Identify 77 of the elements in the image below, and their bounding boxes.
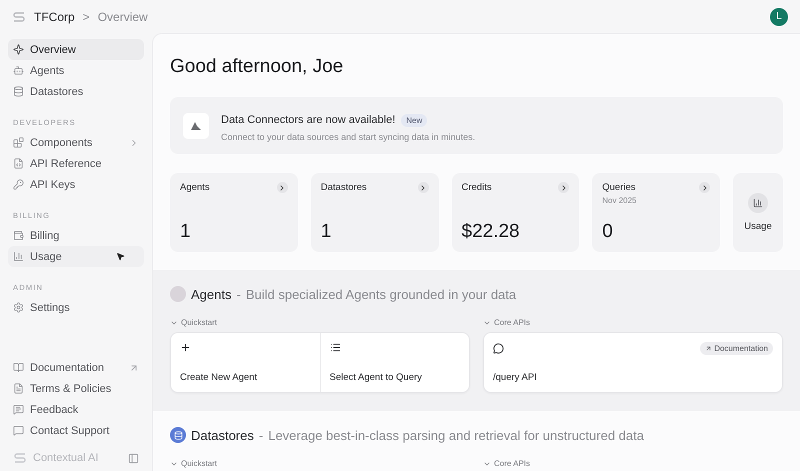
section-title: Datastores: [191, 428, 254, 442]
chat-bubble-icon: [493, 343, 504, 354]
nav-icon: [13, 44, 24, 55]
chevron-right-icon: [699, 182, 710, 193]
stat-label: Agents: [180, 182, 210, 193]
sidebar-item[interactable]: Terms & Policies: [8, 378, 144, 399]
stat-value: 0: [602, 221, 614, 243]
action-tile[interactable]: Create New Agent: [171, 333, 320, 392]
nav-icon: [13, 65, 24, 76]
stat-card[interactable]: Datastores 1: [310, 173, 438, 252]
sidebar-item[interactable]: Datastores: [8, 81, 144, 102]
nav-icon: [13, 425, 24, 436]
plus-icon: [180, 342, 191, 353]
brand-logo-icon: [13, 452, 27, 464]
usage-card[interactable]: Usage: [733, 173, 783, 252]
nav-icon: [13, 302, 24, 313]
documentation-link[interactable]: Documentation: [700, 342, 773, 355]
breadcrumb-separator: >: [82, 10, 90, 24]
stat-card[interactable]: Queries Nov 2025 0: [592, 173, 720, 252]
mouse-cursor-icon: [116, 252, 125, 261]
collapse-sidebar-icon[interactable]: [128, 452, 139, 464]
nav-icon: [13, 137, 24, 148]
banner-title: Data Connectors are now available!: [221, 114, 396, 126]
sidebar-item[interactable]: Billing: [8, 225, 144, 246]
sidebar-item[interactable]: Documentation: [8, 357, 144, 378]
bar-chart-icon: [748, 193, 768, 213]
nav-icon: [13, 158, 24, 169]
chevron-right-icon: [418, 182, 428, 193]
sidebar-item[interactable]: Overview: [8, 39, 144, 60]
logo-icon: [12, 10, 26, 22]
chevron-right-icon: [558, 182, 570, 193]
section-title: Agents: [191, 286, 232, 302]
sidebar-item[interactable]: Agents: [8, 60, 144, 81]
stat-value: $22.28: [462, 221, 521, 243]
chevron-right-icon: [276, 182, 288, 193]
org-name[interactable]: TFCorp: [34, 10, 75, 24]
nav-icon: [13, 404, 24, 415]
agent-avatar-icon: [170, 286, 186, 302]
nav-icon: [13, 230, 24, 241]
nav-icon: [13, 362, 24, 373]
stat-card[interactable]: Agents 1: [170, 173, 298, 252]
stat-value: 1: [320, 221, 332, 243]
nav-icon: [13, 383, 24, 394]
sidebar-item[interactable]: Components: [8, 132, 144, 153]
core-apis-toggle[interactable]: Core APIs: [483, 459, 783, 468]
user-avatar[interactable]: L: [770, 8, 788, 26]
stat-value: 1: [180, 221, 192, 243]
sidebar-item[interactable]: Feedback: [8, 399, 144, 420]
brand-name: Contextual AI: [33, 452, 100, 464]
stat-period: Nov 2025: [602, 196, 638, 205]
sidebar-item[interactable]: API Keys: [8, 174, 144, 195]
api-card[interactable]: Documentation /query API: [483, 332, 783, 393]
section-separator: -: [236, 286, 241, 302]
sidebar-item[interactable]: API Reference: [8, 153, 144, 174]
nav-icon: [13, 251, 24, 262]
sidebar-item[interactable]: Settings: [8, 297, 144, 318]
stat-label: Datastores: [320, 182, 367, 193]
new-badge: New: [401, 114, 428, 126]
nav-icon: [13, 179, 24, 190]
action-tile[interactable]: Select Agent to Query: [320, 333, 469, 392]
quickstart-toggle[interactable]: Quickstart: [170, 459, 470, 468]
api-name: /query API: [493, 372, 538, 383]
nav-icon: [13, 86, 24, 97]
stat-label: Queries: [602, 182, 636, 193]
stat-card[interactable]: Credits $22.28: [452, 173, 580, 252]
stat-label: Credits: [462, 182, 492, 193]
banner-subtitle: Connect to your data sources and start syncing data in minutes.: [221, 132, 476, 142]
section-description: Leverage best-in-class parsing and retrieval for unstructured data: [268, 428, 644, 442]
database-icon: [170, 427, 186, 443]
quickstart-toggle[interactable]: Quickstart: [170, 318, 470, 327]
core-apis-toggle[interactable]: Core APIs: [483, 318, 783, 327]
sidebar-item[interactable]: Contact Support: [8, 420, 144, 441]
greeting-heading: Good afternoon, Joe: [170, 56, 344, 78]
section-description: Build specialized Agents grounded in your data: [246, 286, 516, 302]
sidebar-item[interactable]: Usage: [8, 246, 144, 267]
section-separator: -: [258, 428, 264, 442]
arrow-up-right-icon: [705, 345, 712, 352]
